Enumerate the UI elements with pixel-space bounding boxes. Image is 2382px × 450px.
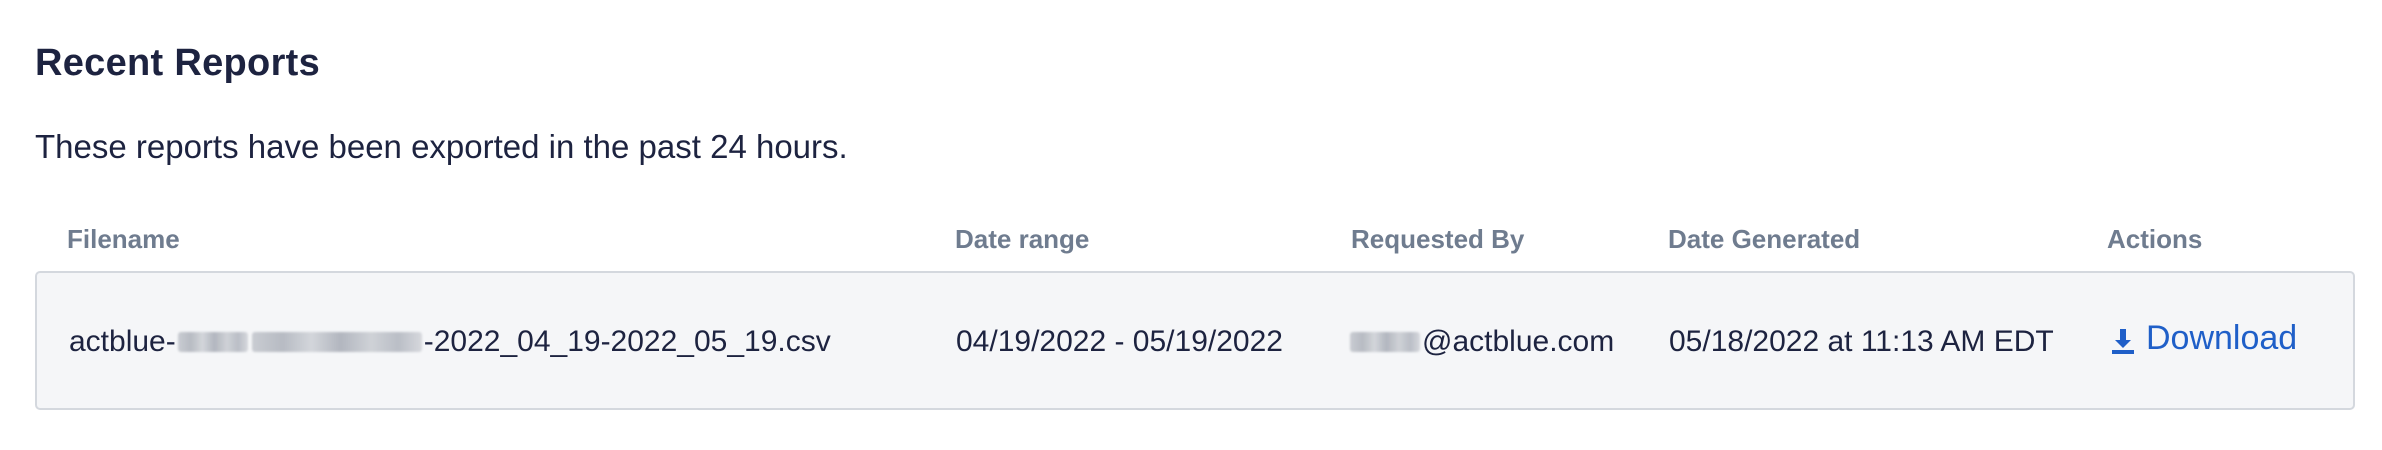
- column-header-requested-by: Requested By: [1351, 224, 1525, 254]
- requested-by-cell: @actblue.com: [1348, 325, 1614, 359]
- filename-suffix: -2022_04_19-2022_05_19.csv: [423, 325, 831, 358]
- table-row: actblue- -2022_04_19-2022_05_19.csv 04/1…: [35, 271, 2355, 410]
- download-link[interactable]: Download: [2110, 319, 2297, 358]
- requested-by-domain: @actblue.com: [1422, 325, 1615, 358]
- filename-cell: actblue- -2022_04_19-2022_05_19.csv: [69, 325, 831, 359]
- column-header-date-range: Date range: [955, 224, 1090, 254]
- recent-reports-page: Recent Reports These reports have been e…: [0, 0, 2382, 450]
- table-header-row: Filename Date range Requested By Date Ge…: [0, 224, 2382, 258]
- date-generated-cell: 05/18/2022 at 11:13 AM EDT: [1669, 325, 2054, 358]
- date-range-cell: 04/19/2022 - 05/19/2022: [956, 325, 1283, 358]
- page-subtitle: These reports have been exported in the …: [35, 128, 848, 165]
- page-title: Recent Reports: [35, 42, 321, 84]
- download-label: Download: [2146, 319, 2298, 357]
- filename-prefix: actblue-: [69, 325, 176, 358]
- column-header-actions: Actions: [2107, 224, 2203, 254]
- redacted-text: [1350, 332, 1420, 352]
- redacted-text: [177, 332, 248, 352]
- redacted-text: [251, 332, 422, 352]
- column-header-filename: Filename: [67, 224, 180, 254]
- column-header-date-generated: Date Generated: [1668, 224, 1861, 254]
- download-icon: [2110, 325, 2136, 354]
